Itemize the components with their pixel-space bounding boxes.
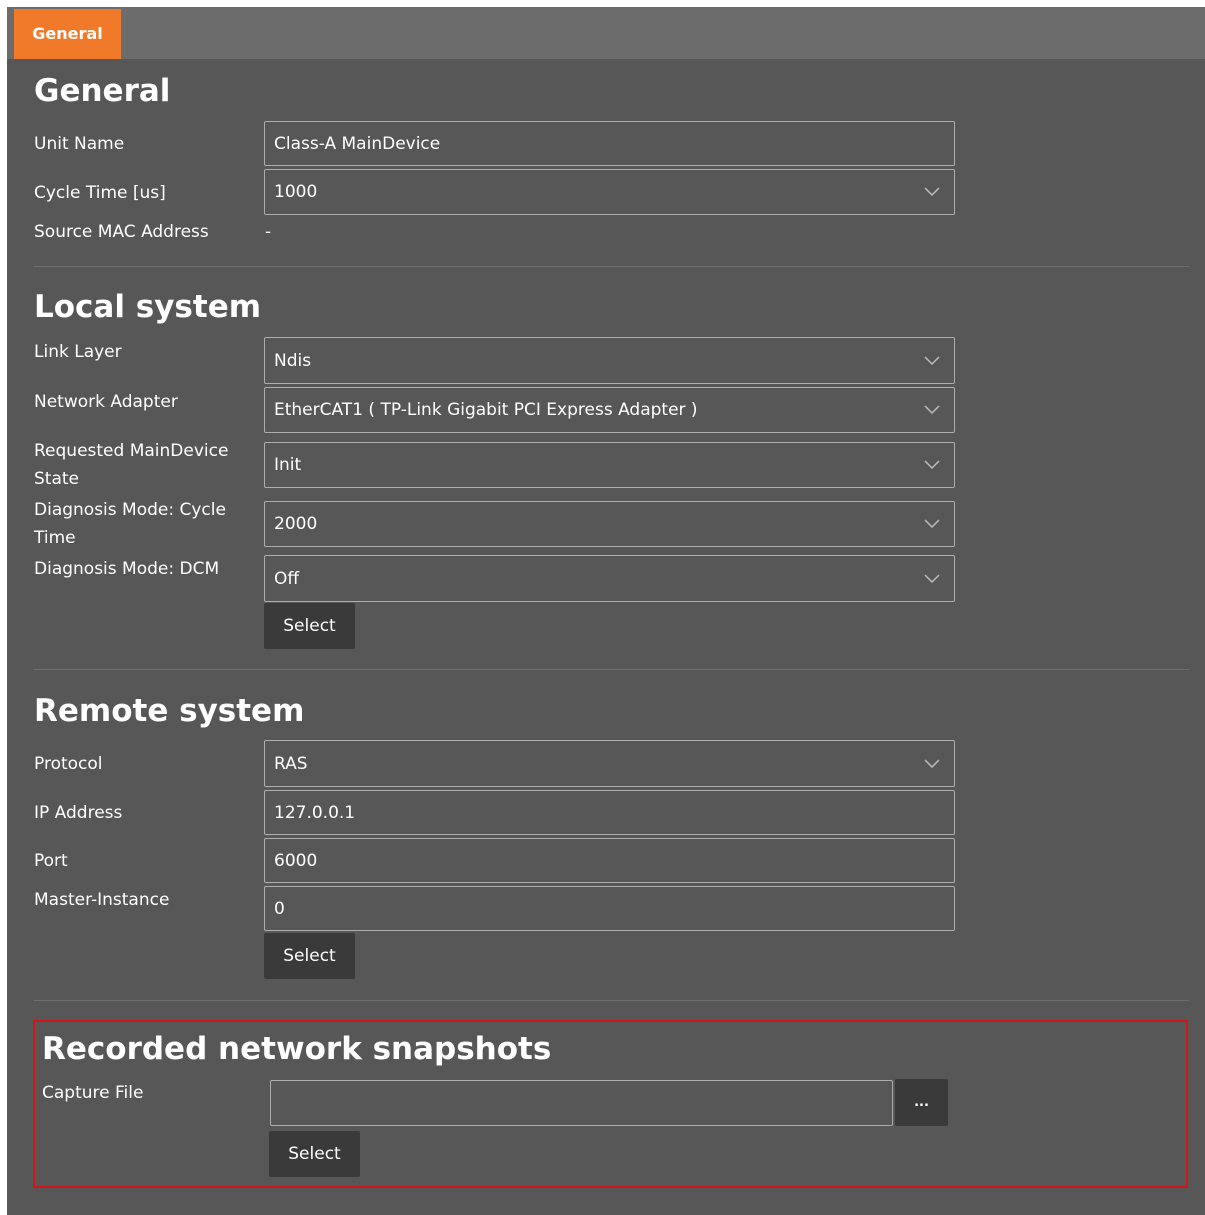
- link-layer-value: Ndis: [274, 350, 312, 371]
- section-divider: [34, 669, 1189, 670]
- requested-state-label-line2: State: [34, 469, 79, 489]
- diag-cycle-time-label: Diagnosis Mode: Cycle Time: [34, 496, 226, 552]
- master-instance-input[interactable]: 0: [264, 886, 955, 931]
- requested-state-select[interactable]: Init: [264, 442, 955, 488]
- requested-state-label: Requested MainDevice State: [34, 437, 228, 493]
- cycle-time-label: Cycle Time [us]: [34, 183, 166, 203]
- chevron-down-icon: [922, 455, 942, 475]
- diag-dcm-value: Off: [274, 568, 300, 589]
- snapshots-select-button[interactable]: Select: [269, 1131, 360, 1177]
- diag-cycle-time-label-line2: Time: [34, 528, 76, 548]
- capture-file-label: Capture File: [42, 1083, 144, 1103]
- browse-file-button[interactable]: ...: [895, 1079, 948, 1126]
- unit-name-value: Class-A MainDevice: [274, 133, 441, 154]
- link-layer-label: Link Layer: [34, 342, 122, 362]
- ip-address-input[interactable]: 127.0.0.1: [264, 790, 955, 835]
- chevron-down-icon: [922, 514, 942, 534]
- unit-name-label: Unit Name: [34, 134, 125, 154]
- diag-dcm-label: Diagnosis Mode: DCM: [34, 559, 220, 579]
- diag-cycle-time-label-line1: Diagnosis Mode: Cycle: [34, 500, 226, 520]
- master-instance-label: Master-Instance: [34, 890, 170, 910]
- port-input[interactable]: 6000: [264, 838, 955, 883]
- network-adapter-label: Network Adapter: [34, 392, 178, 412]
- diag-dcm-select[interactable]: Off: [264, 555, 955, 602]
- cycle-time-select[interactable]: 1000: [264, 169, 955, 215]
- diag-cycle-time-value: 2000: [274, 514, 318, 534]
- tab-general[interactable]: General: [14, 9, 121, 59]
- protocol-label: Protocol: [34, 754, 103, 774]
- settings-panel: General General Unit Name Class-A MainDe…: [7, 7, 1205, 1215]
- master-instance-value: 0: [274, 898, 285, 919]
- section-divider: [34, 266, 1189, 267]
- ip-address-label: IP Address: [34, 803, 123, 823]
- network-adapter-value: EtherCAT1 ( TP-Link Gigabit PCI Express …: [274, 400, 698, 420]
- section-heading-general: General: [34, 73, 171, 109]
- unit-name-input[interactable]: Class-A MainDevice: [264, 121, 955, 166]
- port-value: 6000: [274, 850, 318, 871]
- source-mac-label: Source MAC Address: [34, 222, 209, 242]
- tab-bar: General: [7, 7, 1205, 59]
- chevron-down-icon: [922, 754, 942, 774]
- chevron-down-icon: [922, 351, 942, 371]
- chevron-down-icon: [922, 400, 942, 420]
- remote-select-button[interactable]: Select: [264, 933, 355, 979]
- local-select-button[interactable]: Select: [264, 603, 355, 649]
- source-mac-value: -: [265, 222, 272, 242]
- section-divider: [34, 1000, 1189, 1001]
- requested-state-label-line1: Requested MainDevice: [34, 441, 229, 461]
- protocol-select[interactable]: RAS: [264, 740, 955, 787]
- port-label: Port: [34, 851, 68, 871]
- section-heading-snapshots: Recorded network snapshots: [42, 1031, 552, 1067]
- capture-file-input[interactable]: [270, 1080, 893, 1126]
- link-layer-select[interactable]: Ndis: [264, 337, 955, 384]
- requested-state-value: Init: [274, 455, 302, 475]
- section-heading-remote-system: Remote system: [34, 693, 305, 729]
- chevron-down-icon: [922, 182, 942, 202]
- network-adapter-select[interactable]: EtherCAT1 ( TP-Link Gigabit PCI Express …: [264, 387, 955, 433]
- section-heading-local-system: Local system: [34, 289, 262, 325]
- diag-cycle-time-select[interactable]: 2000: [264, 501, 955, 547]
- cycle-time-value: 1000: [274, 182, 318, 202]
- chevron-down-icon: [922, 569, 942, 589]
- ip-address-value: 127.0.0.1: [274, 802, 356, 823]
- protocol-value: RAS: [274, 753, 308, 774]
